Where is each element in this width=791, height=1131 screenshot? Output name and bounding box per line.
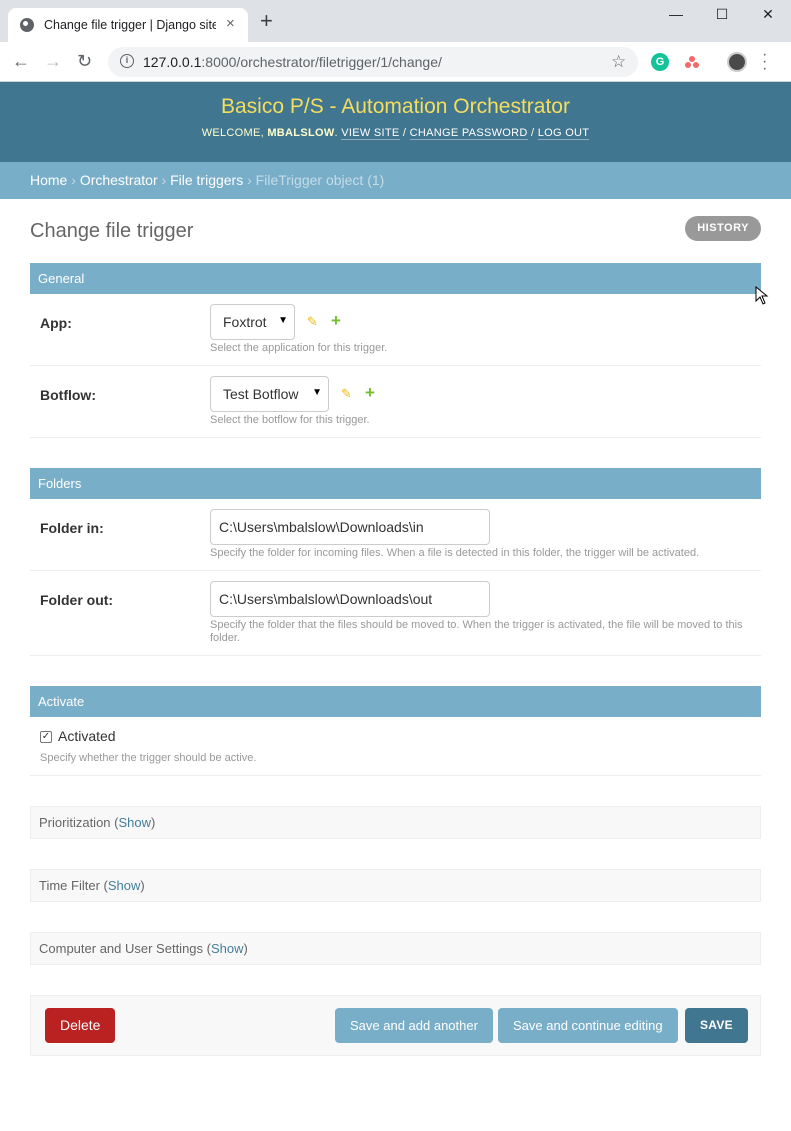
globe-icon [20, 18, 34, 32]
app-row: App: Foxtrot ▼ ✎ + Select the application… [30, 294, 761, 366]
url-field[interactable]: i 127.0.0.1:8000/orchestrator/filetrigge… [108, 47, 638, 77]
log-out-link[interactable]: Log out [537, 127, 590, 140]
delete-button[interactable]: Delete [45, 1008, 116, 1043]
folder-in-label: Folder in: [40, 520, 104, 536]
user-tools: Welcome, mbalslow. View site / Change pa… [201, 127, 590, 140]
mouse-cursor-icon [755, 286, 769, 305]
botflow-row: Botflow: Test Botflow ▼ ✎ + Select the bo… [30, 366, 761, 438]
site-title[interactable]: Basico P/S - Automation Orchestrator [0, 82, 791, 119]
breadcrumb: Home › Orchestrator › File triggers › Fi… [0, 162, 791, 199]
breadcrumb-home[interactable]: Home [30, 172, 67, 188]
prioritization-show-link[interactable]: Show [118, 815, 151, 830]
activated-label[interactable]: Activated [58, 728, 116, 744]
folders-header: Folders [30, 468, 761, 499]
bookmark-star-icon[interactable]: ☆ [611, 52, 626, 72]
browser-tab-bar: Change file trigger | Django site admin … [0, 0, 791, 42]
activated-help-text: Specify whether the trigger should be ac… [40, 752, 257, 764]
folder-out-label: Folder out: [40, 592, 114, 608]
folder-out-row: Folder out: C:\Users\mbalslow\Downloads\… [30, 571, 761, 656]
prioritization-fieldset: Prioritization (Show) [30, 806, 761, 839]
app-help-text: Select the application for this trigger. [210, 342, 388, 354]
welcome-text: Welcome, [201, 127, 264, 139]
computer-user-settings-label: Computer and User Settings [39, 941, 204, 956]
browser-tab[interactable]: Change file trigger | Django site admin … [8, 8, 248, 42]
history-button[interactable]: History [685, 216, 761, 241]
save-button[interactable]: SAVE [685, 1008, 748, 1043]
breadcrumb-model[interactable]: File triggers [170, 172, 243, 188]
activated-checkbox[interactable]: ✓ [40, 731, 52, 743]
add-app-plus-icon[interactable]: + [331, 311, 341, 331]
app-select[interactable]: Foxtrot ▼ [210, 304, 295, 340]
computer-user-settings-fieldset: Computer and User Settings (Show) [30, 932, 761, 965]
general-header: General [30, 263, 761, 294]
address-bar: ← → ↻ i 127.0.0.1:8000/orchestrator/file… [0, 42, 791, 82]
botflow-help-text: Select the botflow for this trigger. [210, 414, 370, 426]
folder-out-help-text: Specify the folder that the files should… [210, 619, 743, 644]
menu-kebab-icon[interactable]: · · · [762, 47, 767, 77]
maximize-button[interactable]: ☐ [699, 6, 745, 23]
asana-extension-icon[interactable] [684, 54, 700, 70]
tab-close-icon[interactable]: × [226, 15, 235, 32]
forward-arrow-icon[interactable]: → [44, 51, 62, 72]
site-header: Basico P/S - Automation Orchestrator Wel… [0, 82, 791, 162]
minimize-button[interactable]: — [653, 6, 699, 22]
add-botflow-plus-icon[interactable]: + [365, 383, 375, 403]
save-and-add-another-button[interactable]: Save and add another [335, 1008, 493, 1043]
folder-out-input[interactable]: C:\Users\mbalslow\Downloads\out [210, 581, 490, 617]
botflow-label: Botflow: [40, 387, 96, 403]
page-title: Change file trigger [30, 220, 194, 242]
activate-header: Activate [30, 686, 761, 717]
close-window-button[interactable]: ✕ [745, 6, 791, 23]
info-icon[interactable]: i [120, 54, 134, 68]
computer-user-settings-show-link[interactable]: Show [211, 941, 244, 956]
username: mbalslow [267, 127, 335, 139]
change-password-link[interactable]: Change password [409, 127, 528, 140]
breadcrumb-app[interactable]: Orchestrator [80, 172, 158, 188]
back-arrow-icon[interactable]: ← [12, 51, 30, 72]
reload-icon[interactable]: ↻ [77, 51, 92, 72]
submit-row: Delete Save and add another Save and con… [30, 995, 761, 1056]
folder-in-help-text: Specify the folder for incoming files. W… [210, 547, 700, 559]
time-filter-label: Time Filter [39, 878, 100, 893]
save-and-continue-button[interactable]: Save and continue editing [498, 1008, 678, 1043]
time-filter-show-link[interactable]: Show [108, 878, 141, 893]
grammarly-extension-icon[interactable]: G [651, 53, 669, 71]
botflow-select[interactable]: Test Botflow ▼ [210, 376, 329, 412]
edit-botflow-pencil-icon[interactable]: ✎ [341, 386, 352, 402]
time-filter-fieldset: Time Filter (Show) [30, 869, 761, 902]
edit-app-pencil-icon[interactable]: ✎ [307, 314, 318, 330]
new-tab-button[interactable]: + [260, 10, 273, 32]
prioritization-label: Prioritization [39, 815, 111, 830]
folder-in-input[interactable]: C:\Users\mbalslow\Downloads\in [210, 509, 490, 545]
url-text: 127.0.0.1:8000/orchestrator/filetrigger/… [143, 54, 442, 70]
profile-avatar[interactable] [727, 52, 747, 72]
folder-in-row: Folder in: C:\Users\mbalslow\Downloads\i… [30, 499, 761, 571]
view-site-link[interactable]: View site [341, 127, 400, 140]
activate-row: ✓ Activated Specify whether the trigger … [30, 717, 761, 776]
app-label: App: [40, 315, 72, 331]
breadcrumb-current: FileTrigger object (1) [255, 172, 385, 188]
tab-title: Change file trigger | Django site admin [44, 18, 216, 32]
